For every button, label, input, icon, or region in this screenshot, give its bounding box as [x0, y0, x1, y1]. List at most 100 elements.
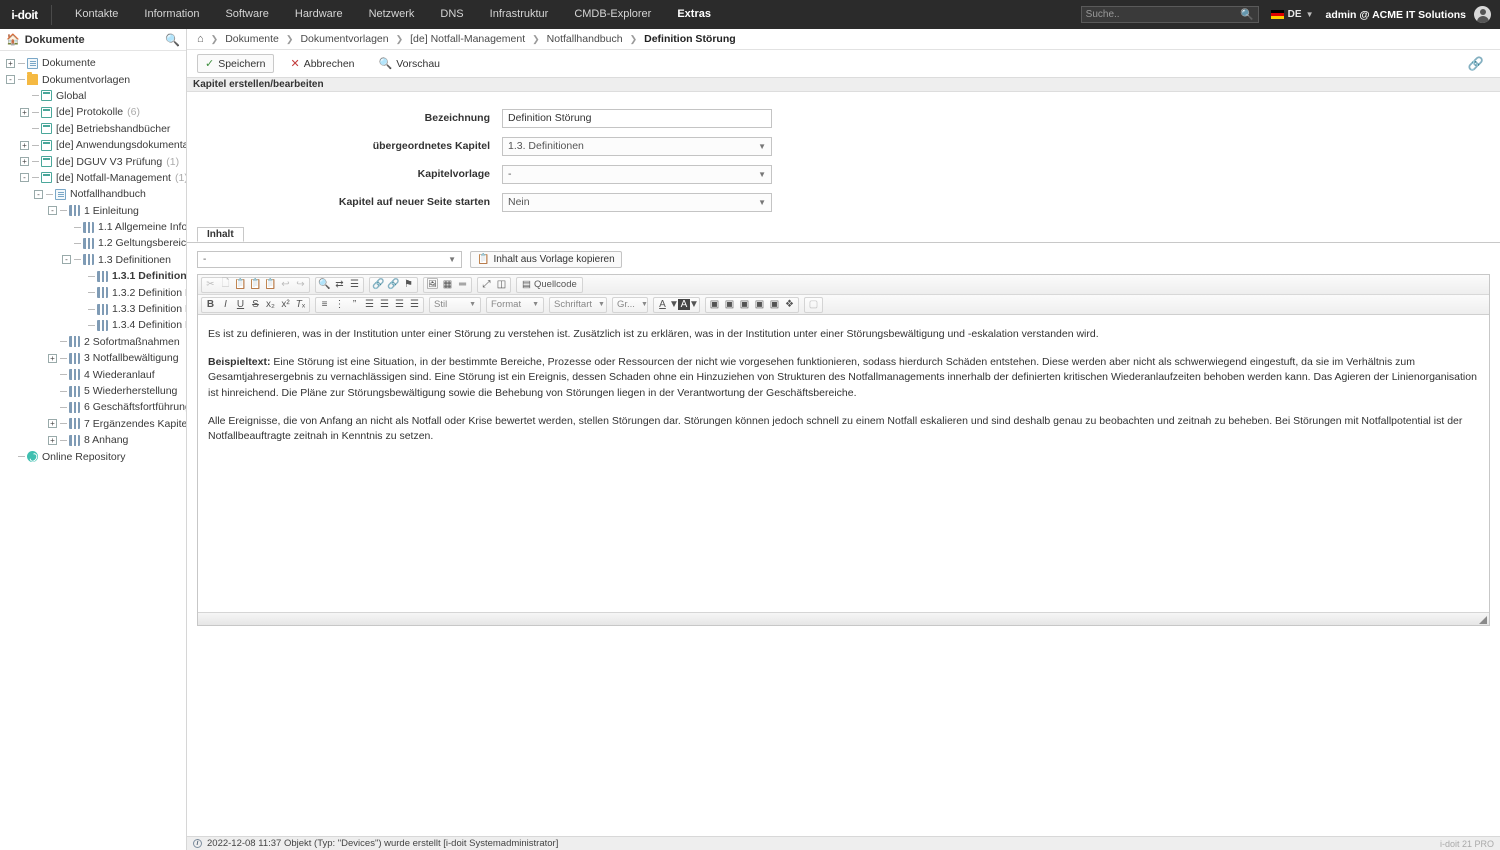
font-combo[interactable]: Schriftart ▼	[549, 296, 607, 313]
insert-object-icon[interactable]: ▣	[707, 298, 722, 312]
collapse-icon[interactable]: -	[48, 206, 57, 216]
subscript-icon[interactable]: x₂	[263, 298, 278, 312]
tree-item[interactable]: 1.3.2 Definition No...	[0, 284, 186, 300]
expand-icon[interactable]: +	[48, 353, 57, 363]
expand-icon[interactable]: +	[20, 140, 29, 150]
anchor-icon[interactable]: ⚑	[401, 278, 416, 292]
paste-icon[interactable]: 📋	[233, 278, 248, 292]
sidebar-search-icon[interactable]: 🔍	[165, 33, 180, 47]
horizontal-rule-icon[interactable]: ═	[455, 278, 470, 292]
find-icon[interactable]: 🔍	[317, 278, 332, 292]
nav-item-information[interactable]: Information	[131, 0, 212, 29]
breadcrumb-item[interactable]: Notfallhandbuch	[547, 33, 623, 45]
global-search-box[interactable]: Suche.. 🔍	[1080, 6, 1259, 23]
tree-item[interactable]: 1.3.4 Definition Ka...	[0, 317, 186, 333]
undo-icon[interactable]: ↩	[278, 278, 293, 292]
home-icon[interactable]: ⌂	[197, 33, 204, 45]
link-icon[interactable]: 🔗	[1468, 56, 1484, 72]
numbered-list-icon[interactable]: ≡	[317, 298, 332, 312]
resize-handle[interactable]	[1479, 616, 1487, 624]
nav-item-infrastruktur[interactable]: Infrastruktur	[477, 0, 562, 29]
tree-item[interactable]: [de] Betriebshandbücher	[0, 121, 186, 137]
collapse-icon[interactable]: -	[62, 255, 71, 265]
tree-item[interactable]: - 1.3 Definitionen	[0, 252, 186, 268]
expand-icon[interactable]: +	[6, 58, 15, 68]
tree-item[interactable]: - Notfallhandbuch	[0, 186, 186, 202]
style-combo[interactable]: Stil ▼	[429, 296, 481, 313]
app-logo[interactable]: i-doit	[6, 4, 52, 25]
expand-icon[interactable]: +	[48, 435, 57, 445]
tree-item[interactable]: +3 Notfallbewältigung	[0, 350, 186, 366]
tree-item[interactable]: +8 Anhang	[0, 432, 186, 448]
preview-button[interactable]: 🔍 Vorschau	[372, 55, 447, 72]
page-break-icon[interactable]: ▢	[806, 298, 821, 312]
insert-placeholder-icon[interactable]: ❖	[782, 298, 797, 312]
underline-icon[interactable]: U	[233, 298, 248, 312]
link-icon[interactable]: 🔗	[371, 278, 386, 292]
tree-item[interactable]: 2 Sofortmaßnahmen	[0, 334, 186, 350]
paste-word-icon[interactable]: 📋	[263, 278, 278, 292]
collapse-icon[interactable]: -	[20, 173, 29, 183]
strikethrough-icon[interactable]: S	[248, 298, 263, 312]
remove-format-icon[interactable]: Tₓ	[293, 298, 308, 312]
copy-from-template-button[interactable]: 📋 Inhalt aus Vorlage kopieren	[470, 251, 622, 268]
insert-cmdb-icon[interactable]: ▣	[752, 298, 767, 312]
nav-item-hardware[interactable]: Hardware	[282, 0, 356, 29]
tree-item[interactable]: 4 Wiederanlauf	[0, 366, 186, 382]
tree-item[interactable]: + [de] Protokolle (6)	[0, 104, 186, 120]
tree-item[interactable]: Online Repository	[0, 448, 186, 464]
tree-item[interactable]: 1.2 Geltungsbereich	[0, 235, 186, 251]
italic-icon[interactable]: I	[218, 298, 233, 312]
tree-item[interactable]: 1.3.1 Definition ...	[0, 268, 186, 284]
source-code-button[interactable]: ▤ Quellcode	[518, 278, 581, 292]
text-color-dropdown-icon[interactable]: ▼	[669, 298, 679, 312]
breadcrumb-item[interactable]: Dokumentvorlagen	[300, 33, 388, 45]
tab-inhalt[interactable]: Inhalt	[197, 227, 244, 242]
avatar[interactable]	[1474, 6, 1491, 23]
justify-icon[interactable]: ☰	[407, 298, 422, 312]
format-combo[interactable]: Format ▼	[486, 296, 544, 313]
align-left-icon[interactable]: ☰	[362, 298, 377, 312]
tree-item[interactable]: Global	[0, 88, 186, 104]
form-text-input[interactable]: Definition Störung	[502, 108, 772, 128]
text-color-icon[interactable]: A	[655, 298, 670, 312]
background-color-dropdown-icon[interactable]: ▼	[689, 298, 699, 312]
blockquote-icon[interactable]: ”	[347, 298, 362, 312]
table-icon[interactable]: ▦	[440, 278, 455, 292]
tree-item[interactable]: + [de] DGUV V3 Prüfung (1)	[0, 153, 186, 169]
nav-item-kontakte[interactable]: Kontakte	[62, 0, 131, 29]
redo-icon[interactable]: ↪	[293, 278, 308, 292]
global-search-input[interactable]: Suche..	[1086, 9, 1240, 20]
editor-content-area[interactable]: Es ist zu definieren, was in der Institu…	[198, 315, 1489, 612]
bulleted-list-icon[interactable]: ⋮	[332, 298, 347, 312]
form-select[interactable]: 1.3. Definitionen ▼	[502, 136, 772, 156]
search-icon[interactable]: 🔍	[1240, 8, 1254, 21]
tree-item[interactable]: - [de] Notfall-Management (1)	[0, 170, 186, 186]
tree-item[interactable]: 1.1 Allgemeine Informa...	[0, 219, 186, 235]
form-select[interactable]: - ▼	[502, 164, 772, 184]
tree-item[interactable]: + Dokumente	[0, 55, 186, 71]
nav-item-extras[interactable]: Extras	[664, 0, 724, 29]
align-right-icon[interactable]: ☰	[392, 298, 407, 312]
replace-icon[interactable]: ⇄	[332, 278, 347, 292]
show-blocks-icon[interactable]: ◫	[494, 278, 509, 292]
nav-item-cmdb-explorer[interactable]: CMDB-Explorer	[561, 0, 664, 29]
language-selector[interactable]: DE ▼	[1270, 9, 1313, 20]
nav-item-software[interactable]: Software	[212, 0, 281, 29]
cancel-button[interactable]: ✕ Abbrechen	[284, 55, 362, 72]
collapse-icon[interactable]: -	[34, 189, 43, 199]
insert-object-link-icon[interactable]: ▣	[722, 298, 737, 312]
expand-icon[interactable]: +	[48, 419, 57, 429]
copy-icon[interactable]: 🗋	[218, 278, 233, 292]
tree-item[interactable]: - 1 Einleitung	[0, 203, 186, 219]
breadcrumb-item[interactable]: Dokumente	[225, 33, 279, 45]
user-account-label[interactable]: admin @ ACME IT Solutions	[1325, 9, 1466, 21]
font-size-combo[interactable]: Gr... ▼	[612, 296, 648, 313]
tree-item[interactable]: 5 Wiederherstellung	[0, 383, 186, 399]
cut-icon[interactable]: ✂	[203, 278, 218, 292]
superscript-icon[interactable]: x²	[278, 298, 293, 312]
tree-item[interactable]: 1.3.3 Definition Kri...	[0, 301, 186, 317]
breadcrumb-item[interactable]: [de] Notfall-Management	[410, 33, 525, 45]
tree-item[interactable]: +7 Ergänzendes Kapitel zum ...	[0, 416, 186, 432]
select-all-icon[interactable]: ☰	[347, 278, 362, 292]
